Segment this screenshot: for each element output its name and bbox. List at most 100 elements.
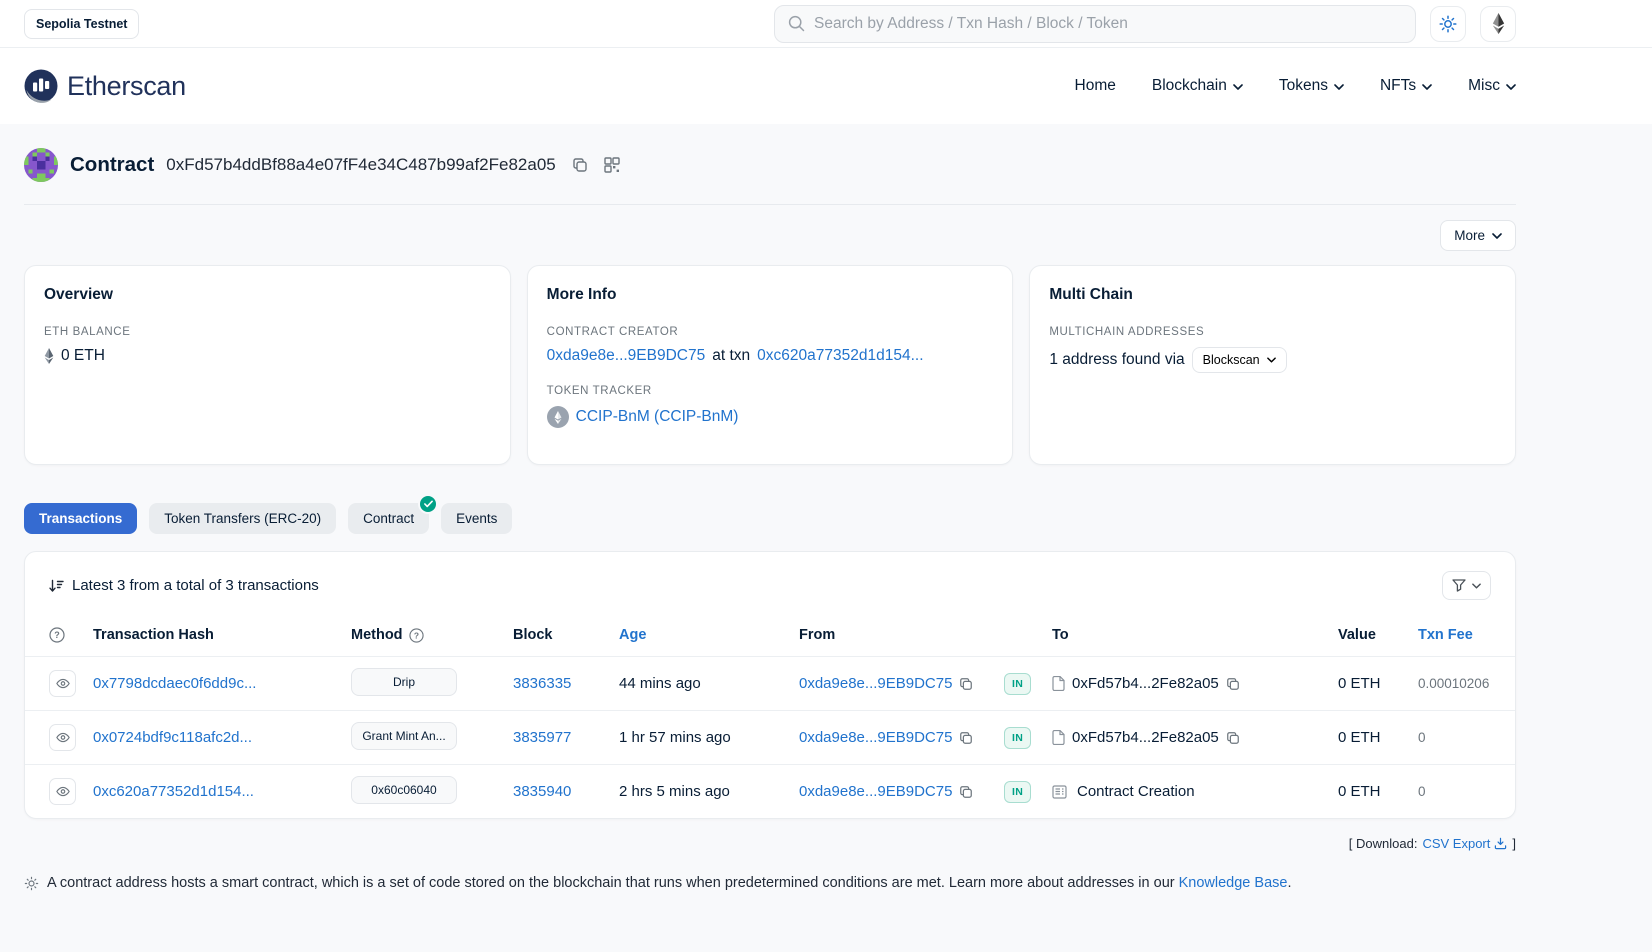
table-row: 0x0724bdf9c118afc2d... Grant Mint An... … xyxy=(25,710,1515,764)
main-nav: Home Blockchain Tokens NFTs Misc xyxy=(1075,77,1516,95)
svg-text:?: ? xyxy=(413,630,418,640)
etherscan-logo-icon xyxy=(24,69,58,103)
contract-address: 0xFd57b4ddBf88a4e07fF4e34C487b99af2Fe82a… xyxy=(166,155,555,175)
title-divider xyxy=(24,204,1516,205)
from-address-link[interactable]: 0xda9e8e...9EB9DC75 xyxy=(799,675,952,692)
etherscan-logo[interactable]: Etherscan xyxy=(24,69,186,103)
tab-token-transfers[interactable]: Token Transfers (ERC-20) xyxy=(149,503,336,534)
tx-preview-button[interactable] xyxy=(49,778,76,805)
col-age[interactable]: Age xyxy=(619,627,799,643)
blockscan-dropdown[interactable]: Blockscan xyxy=(1192,347,1287,373)
brand-name: Etherscan xyxy=(67,71,186,102)
tab-transactions[interactable]: Transactions xyxy=(24,503,137,534)
txn-fee-text: 0 xyxy=(1418,784,1491,799)
filter-button[interactable] xyxy=(1442,571,1491,600)
sun-icon xyxy=(1439,15,1457,33)
more-button[interactable]: More xyxy=(1440,220,1516,251)
direction-badge: IN xyxy=(1004,781,1031,803)
age-text: 2 hrs 5 mins ago xyxy=(619,783,799,800)
csv-export-link[interactable]: CSV Export xyxy=(1422,836,1507,851)
nav-blockchain[interactable]: Blockchain xyxy=(1152,77,1243,95)
multichain-found-text: 1 address found via xyxy=(1049,351,1184,369)
nav-tokens[interactable]: Tokens xyxy=(1279,77,1344,95)
copy-icon[interactable] xyxy=(959,731,973,745)
from-address-link[interactable]: 0xda9e8e...9EB9DC75 xyxy=(799,783,952,800)
col-from: From xyxy=(799,627,1004,643)
contract-creator-label: CONTRACT CREATOR xyxy=(547,326,994,338)
block-link[interactable]: 3836335 xyxy=(513,675,571,692)
age-text: 44 mins ago xyxy=(619,675,799,692)
footer-note-suffix: . xyxy=(1287,875,1291,891)
col-block: Block xyxy=(513,627,619,643)
method-badge: 0x60c06040 xyxy=(351,776,457,804)
table-row: 0x7798dcdaec0f6dd9c... Drip 3836335 44 m… xyxy=(25,656,1515,710)
chevron-down-icon xyxy=(1422,77,1432,95)
search-bar[interactable] xyxy=(774,5,1416,43)
chevron-down-icon xyxy=(1492,233,1502,239)
footer-note-text: A contract address hosts a smart contrac… xyxy=(47,875,1175,891)
eth-balance-icon xyxy=(44,348,54,364)
theme-toggle-button[interactable] xyxy=(1430,6,1466,42)
col-txn-fee[interactable]: Txn Fee xyxy=(1418,627,1491,643)
chevron-down-icon xyxy=(1472,583,1481,589)
to-address: 0xFd57b4...2Fe82a05 xyxy=(1072,675,1219,692)
copy-icon[interactable] xyxy=(1226,677,1240,691)
txn-hash-link[interactable]: 0x0724bdf9c118afc2d... xyxy=(93,729,252,746)
network-menu-button[interactable] xyxy=(1480,6,1516,42)
nav-nfts[interactable]: NFTs xyxy=(1380,77,1432,95)
direction-badge: IN xyxy=(1004,727,1031,749)
block-link[interactable]: 3835977 xyxy=(513,729,571,746)
value-text: 0 ETH xyxy=(1338,675,1418,692)
contract-creation-icon xyxy=(1052,785,1067,799)
txn-fee-text: 0 xyxy=(1418,730,1491,745)
tx-preview-button[interactable] xyxy=(49,670,76,697)
qr-code-icon[interactable] xyxy=(604,157,620,173)
tab-events[interactable]: Events xyxy=(441,503,512,534)
summary-cards: Overview ETH BALANCE 0 ETH More Info CON… xyxy=(24,265,1516,465)
copy-icon[interactable] xyxy=(1226,731,1240,745)
copy-icon[interactable] xyxy=(959,785,973,799)
txn-hash-link[interactable]: 0xc620a77352d1d154... xyxy=(93,783,254,800)
knowledge-base-link[interactable]: Knowledge Base xyxy=(1179,875,1288,891)
col-transaction-hash: Transaction Hash xyxy=(93,627,351,643)
verified-check-icon xyxy=(420,496,436,512)
eth-balance-label: ETH BALANCE xyxy=(44,326,491,338)
search-input[interactable] xyxy=(814,15,1402,33)
document-icon xyxy=(1052,676,1065,691)
transactions-summary: Latest 3 from a total of 3 transactions xyxy=(49,577,319,594)
nav-misc[interactable]: Misc xyxy=(1468,77,1516,95)
to-address: 0xFd57b4...2Fe82a05 xyxy=(1072,729,1219,746)
chevron-down-icon xyxy=(1334,77,1344,95)
topbar: Sepolia Testnet xyxy=(0,0,1652,48)
search-icon xyxy=(788,15,805,32)
multichain-card-title: Multi Chain xyxy=(1049,286,1496,304)
help-icon: ? xyxy=(49,627,65,643)
value-text: 0 ETH xyxy=(1338,783,1418,800)
block-link[interactable]: 3835940 xyxy=(513,783,571,800)
txn-fee-text: 0.00010206 xyxy=(1418,676,1491,691)
token-tracker-label: TOKEN TRACKER xyxy=(547,385,994,397)
tip-icon xyxy=(24,876,39,895)
copy-icon[interactable] xyxy=(959,677,973,691)
chevron-down-icon xyxy=(1506,77,1516,95)
tx-preview-button[interactable] xyxy=(49,724,76,751)
table-header-row: ? Transaction Hash Method ? Block Age Fr… xyxy=(25,614,1515,656)
svg-text:?: ? xyxy=(54,630,60,640)
download-prefix: [ Download: xyxy=(1349,836,1418,851)
eth-balance-value: 0 ETH xyxy=(61,347,105,365)
network-badge[interactable]: Sepolia Testnet xyxy=(24,9,139,39)
funnel-icon xyxy=(1452,579,1466,592)
from-address-link[interactable]: 0xda9e8e...9EB9DC75 xyxy=(799,729,952,746)
txn-hash-link[interactable]: 0x7798dcdaec0f6dd9c... xyxy=(93,675,256,692)
overview-card: Overview ETH BALANCE 0 ETH xyxy=(24,265,511,465)
ethereum-icon xyxy=(1492,13,1505,34)
sort-icon xyxy=(49,579,64,593)
tab-contract[interactable]: Contract xyxy=(348,503,429,534)
nav-home[interactable]: Home xyxy=(1075,77,1116,95)
overview-card-title: Overview xyxy=(44,286,491,304)
token-tracker-link[interactable]: CCIP-BnM (CCIP-BnM) xyxy=(576,408,739,426)
copy-address-icon[interactable] xyxy=(572,157,588,173)
creator-address-link[interactable]: 0xda9e8e...9EB9DC75 xyxy=(547,347,706,365)
creation-txn-link[interactable]: 0xc620a77352d1d154... xyxy=(757,347,923,365)
address-title-row: Contract 0xFd57b4ddBf88a4e07fF4e34C487b9… xyxy=(24,148,1516,182)
